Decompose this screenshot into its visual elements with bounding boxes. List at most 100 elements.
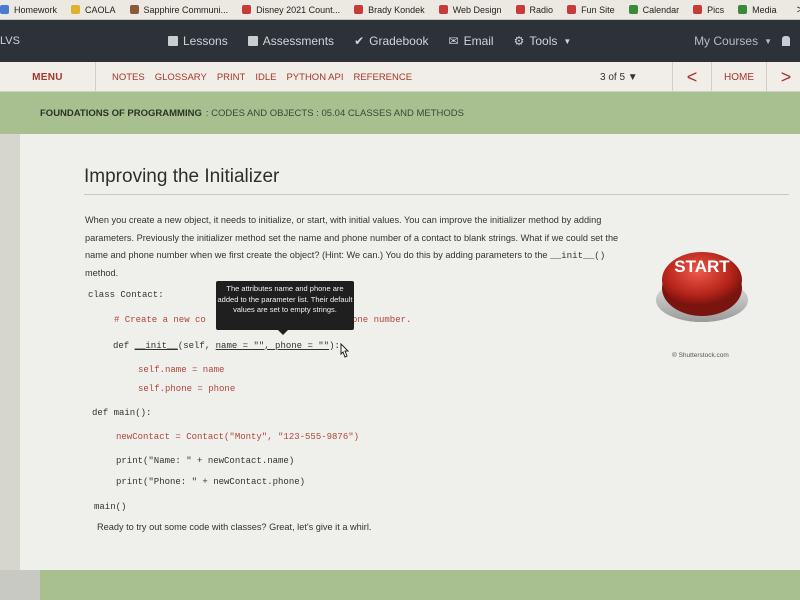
page-title: Improving the Initializer xyxy=(84,166,280,187)
bookmark-icon xyxy=(0,5,9,14)
bookmark-label: Homework xyxy=(14,4,58,15)
notes-link[interactable]: NOTES xyxy=(112,72,145,83)
top-navbar: LVS Lessons Assessments ✔ Gradebook ✉ Em… xyxy=(0,20,800,62)
bookmark-item[interactable]: Homework xyxy=(0,5,57,15)
code-line: main() xyxy=(94,502,127,512)
nav-lessons[interactable]: Lessons xyxy=(168,34,228,48)
code-line-init: def __init__(self, name = "", phone = ""… xyxy=(113,341,340,351)
start-button-image: START xyxy=(656,252,748,322)
ready-text: Ready to try out some code with classes?… xyxy=(97,522,372,532)
code-comment-end: one number. xyxy=(352,315,412,325)
page-navigation: < HOME > xyxy=(672,62,800,92)
nav-tools-label: Tools xyxy=(529,34,558,48)
bookmarks-bar: Homework CAOLA Sapphire Communi... Disney 2… xyxy=(0,0,800,20)
breadcrumb-course: FOUNDATIONS OF PROGRAMMING xyxy=(40,107,202,119)
bookmark-item[interactable]: Media xyxy=(738,5,777,15)
menu-links: NOTES GLOSSARY PRINT IDLE PYTHON API REF… xyxy=(112,62,422,92)
prev-page-button[interactable]: < xyxy=(673,62,711,92)
bookmark-icon xyxy=(515,5,525,14)
print-link[interactable]: PRINT xyxy=(217,72,246,83)
nav-gradebook-label: Gradebook xyxy=(369,34,429,48)
title-divider xyxy=(84,194,789,195)
bookmark-item[interactable]: Sapphire Communi... xyxy=(129,4,229,15)
code-init-name: __init__ xyxy=(134,341,178,351)
nav-assessments-label: Assessments xyxy=(262,34,335,48)
intro-code: __init__() xyxy=(550,250,606,261)
bookmarks-list: Homework CAOLA Sapphire Communi... Disney 2… xyxy=(0,5,791,15)
code-params[interactable]: name = "", phone = "" xyxy=(216,341,329,351)
code-comment: # Create a new co xyxy=(114,315,206,325)
bookmark-label: Fun Site xyxy=(581,4,615,15)
bookmark-item[interactable]: Web Design xyxy=(438,4,502,15)
bookmark-item[interactable]: Radio xyxy=(515,4,554,15)
breadcrumb-path: : CODES AND OBJECTS : 05.04 CLASSES AND … xyxy=(205,107,464,119)
code-def: def xyxy=(113,341,135,351)
bookmark-icon xyxy=(129,5,139,14)
bookmark-icon xyxy=(71,5,81,14)
my-courses-dropdown[interactable]: My Courses ▼ xyxy=(694,20,790,62)
home-button[interactable]: HOME xyxy=(711,62,767,92)
brand-label[interactable]: LVS xyxy=(0,35,20,47)
code-self: (self, xyxy=(177,341,216,351)
code-line: self.name = name xyxy=(138,365,225,375)
nav-email[interactable]: ✉ Email xyxy=(449,34,494,48)
nav-tools[interactable]: ⚙ Tools ▼ xyxy=(514,34,572,48)
nav-gradebook[interactable]: ✔ Gradebook xyxy=(354,34,428,48)
glossary-link[interactable]: GLOSSARY xyxy=(155,72,207,83)
bookmark-label: Pics xyxy=(707,4,725,15)
bookmark-label: Brady Kondek xyxy=(368,4,425,15)
bookmark-label: Media xyxy=(752,4,777,15)
nav-lessons-label: Lessons xyxy=(183,34,228,48)
bookmark-item[interactable]: Disney 2021 Count... xyxy=(242,5,340,15)
intro-text-end: method. xyxy=(85,267,119,278)
reference-link[interactable]: REFERENCE xyxy=(353,72,412,83)
bookmark-icon xyxy=(354,5,364,14)
mouse-cursor-icon xyxy=(340,342,350,358)
page-selector[interactable]: 3 of 5 ▼ xyxy=(600,62,638,92)
user-icon[interactable] xyxy=(782,36,790,46)
python-api-link[interactable]: PYTHON API xyxy=(286,72,343,83)
code-line: print("Phone: " + newContact.phone) xyxy=(116,477,306,487)
idle-link[interactable]: IDLE xyxy=(255,72,276,83)
bookmark-icon xyxy=(242,5,252,14)
nav-items: Lessons Assessments ✔ Gradebook ✉ Email … xyxy=(168,20,591,62)
chevron-down-icon: ▼ xyxy=(764,36,772,46)
bookmark-label: Disney 2021 Count... xyxy=(256,4,341,15)
envelope-icon: ✉ xyxy=(448,34,459,48)
intro-text: When you create a new object, it needs t… xyxy=(85,215,619,260)
next-page-button[interactable]: > xyxy=(767,62,800,92)
code-line: newContact = Contact("Monty", "123-555-9… xyxy=(116,432,360,442)
bookmark-item[interactable]: Brady Kondek xyxy=(354,5,425,15)
image-credit: ® Shutterstock.com xyxy=(672,352,729,359)
code-line: def main(): xyxy=(92,408,152,418)
bookmark-icon xyxy=(628,5,638,14)
start-label: START xyxy=(674,257,730,276)
nav-assessments[interactable]: Assessments xyxy=(247,34,335,48)
inbox-icon xyxy=(247,36,258,46)
checkmark-icon: ✔ xyxy=(354,34,365,48)
bookmark-label: Sapphire Communi... xyxy=(143,4,229,15)
bookmark-icon xyxy=(567,5,577,14)
bookmark-icon xyxy=(693,5,703,14)
lesson-content: Improving the Initializer When you creat… xyxy=(20,134,800,570)
bookmark-label: Calendar xyxy=(642,4,680,15)
bookmark-icon xyxy=(738,5,748,14)
bookmark-item[interactable]: Calendar xyxy=(628,4,680,15)
bookmarks-overflow-button[interactable]: > xyxy=(797,4,800,16)
lesson-menubar: MENU NOTES GLOSSARY PRINT IDLE PYTHON AP… xyxy=(0,62,800,92)
menu-button[interactable]: MENU xyxy=(0,62,96,92)
bookmark-label: Web Design xyxy=(452,4,502,15)
chevron-down-icon: ▼ xyxy=(563,36,572,46)
bookmark-label: Radio xyxy=(529,4,554,15)
nav-email-label: Email xyxy=(463,34,494,48)
my-courses-label: My Courses xyxy=(694,34,759,48)
bookmark-item[interactable]: Fun Site xyxy=(567,5,615,15)
bookmark-item[interactable]: CAOLA xyxy=(71,5,116,15)
code-line: print("Name: " + newContact.name) xyxy=(116,456,295,466)
footer-band xyxy=(40,570,800,600)
breadcrumb: FOUNDATIONS OF PROGRAMMING : CODES AND O… xyxy=(0,92,800,134)
code-line: class Contact: xyxy=(88,290,164,300)
code-line: self.phone = phone xyxy=(138,384,236,394)
bookmark-item[interactable]: Pics xyxy=(693,5,724,15)
intro-paragraph: When you create a new object, it needs t… xyxy=(85,212,635,282)
